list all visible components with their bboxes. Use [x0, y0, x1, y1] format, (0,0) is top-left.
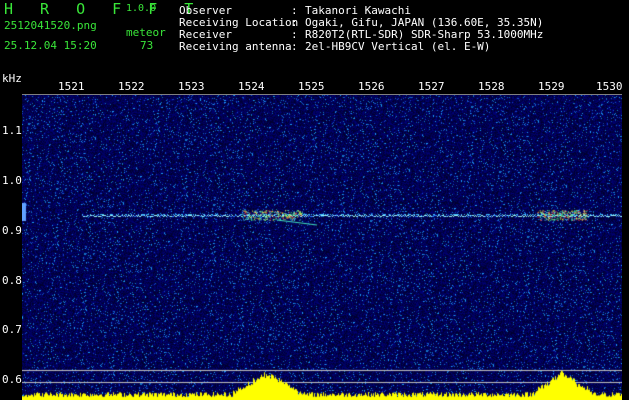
file-name: 2512041520.png [4, 19, 97, 32]
x-tick-label: 1523 [178, 80, 205, 93]
x-tick-label: 1529 [538, 80, 565, 93]
info-colon: : [291, 40, 298, 53]
y-tick-label: 1.0 [2, 174, 22, 187]
x-tick-label: 1530 [596, 80, 623, 93]
y-tick-label: 0.9 [2, 224, 22, 237]
x-tick-label: 1525 [298, 80, 325, 93]
info-antenna: Receiving antenna: 2el-HB9CV Vertical (el… [179, 40, 490, 53]
info-key: Receiving antenna [179, 40, 292, 53]
x-tick-label: 1521 [58, 80, 85, 93]
y-tick-label: 1.1 [2, 124, 22, 137]
app-version: 1.0.0 [126, 3, 157, 14]
y-tick-label: 0.6 [2, 373, 22, 386]
date-time: 25.12.04 15:20 [4, 39, 97, 52]
info-value: 2el-HB9CV Vertical (el. E-W) [305, 40, 491, 53]
x-tick-label: 1524 [238, 80, 265, 93]
y-tick-label: 0.8 [2, 274, 22, 287]
y-tick-label: 0.7 [2, 323, 22, 336]
meteor-count: 73 [140, 39, 154, 52]
meteor-label: meteor [126, 26, 166, 39]
x-tick-label: 1526 [358, 80, 385, 93]
x-tick-label: 1528 [478, 80, 505, 93]
x-tick-label: 1522 [118, 80, 145, 93]
app-title: H R O F F T [4, 0, 203, 18]
y-unit-label: kHz [2, 72, 22, 85]
spectrogram [22, 95, 622, 400]
x-tick-label: 1527 [418, 80, 445, 93]
